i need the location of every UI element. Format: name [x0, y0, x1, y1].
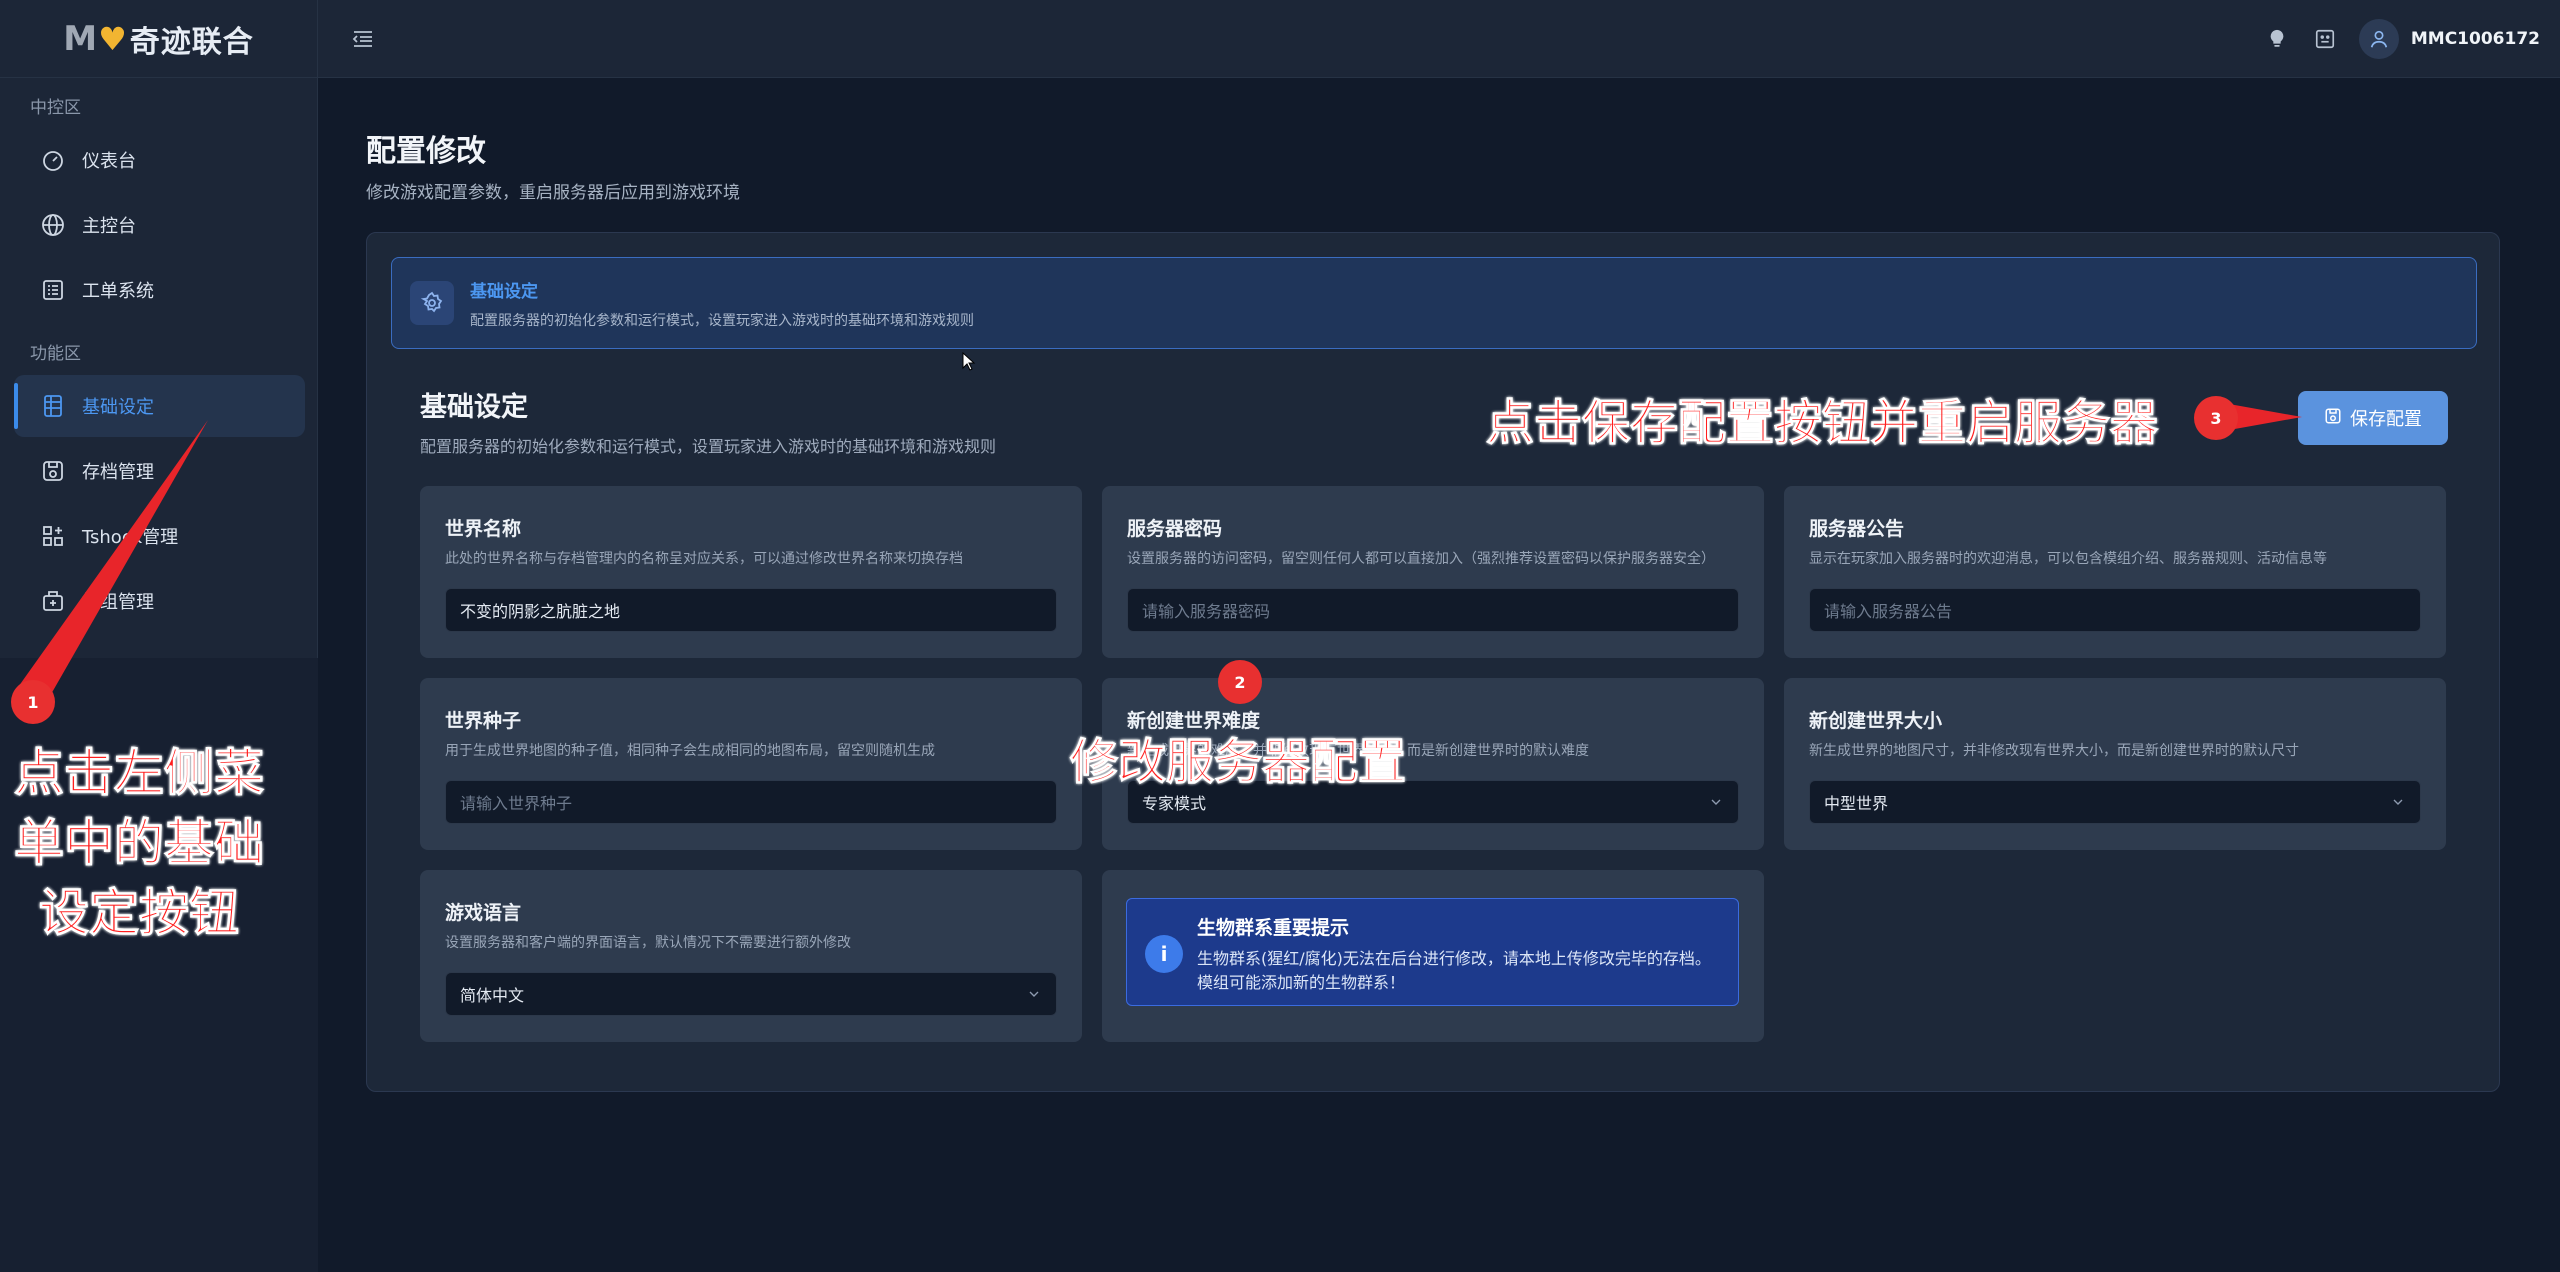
- save-icon: [40, 458, 66, 484]
- globe-icon: [40, 212, 66, 238]
- field-world-name: 世界名称 此处的世界名称与存档管理内的名称呈对应关系，可以通过修改世界名称来切换…: [420, 486, 1082, 658]
- table-icon: [40, 393, 66, 419]
- annotation-line: 点击左侧菜: [14, 744, 265, 803]
- sidebar-item-label: 仪表台: [82, 151, 136, 172]
- mouse-cursor-icon: [962, 351, 976, 376]
- sidebar-item-basic-settings[interactable]: 基础设定: [14, 375, 305, 437]
- save-config-button[interactable]: 保存配置: [2298, 391, 2448, 445]
- sidebar-item-saves[interactable]: 存档管理: [14, 440, 305, 502]
- field-desc: 设置服务器的访问密码，留空则任何人都可以直接加入（强烈推荐设置密码以保护服务器安…: [1127, 551, 1715, 567]
- sidebar-item-console[interactable]: 主控台: [14, 194, 305, 256]
- sidebar-item-label: 主控台: [82, 216, 136, 237]
- nav-group-label: 中控区: [30, 98, 81, 118]
- info-icon: i: [1145, 935, 1183, 973]
- annotation-text-3: 点击保存配置按钮并重启服务器: [1485, 395, 2159, 452]
- field-desc: 此处的世界名称与存档管理内的名称呈对应关系，可以通过修改世界名称来切换存档: [445, 551, 963, 567]
- alert-text: 生物群系(猩红/腐化)无法在后台进行修改，请本地上传修改完毕的存档。模组可能添加…: [1197, 949, 1711, 992]
- annotation-text-1: 点击左侧菜 单中的基础 设定按钮: [14, 738, 265, 948]
- sidebar-item-mods[interactable]: 模组管理: [14, 570, 305, 632]
- annotation-badge-2: 2: [1218, 660, 1262, 704]
- plugin-icon: [40, 588, 66, 614]
- sidebar-item-label: 基础设定: [82, 397, 154, 418]
- field-world-size: 新创建世界大小 新生成世界的地图尺寸，并非修改现有世界大小，而是新创建世界时的默…: [1784, 678, 2446, 850]
- select-value: 简体中文: [460, 986, 525, 1005]
- sidebar: M♥奇迹联合 中控区 仪表台 主控台 工单系统 功能区 基础设定 存档管理: [0, 0, 318, 1272]
- bulb-icon[interactable]: [2263, 25, 2291, 53]
- field-desc: 设置服务器和客户端的界面语言，默认情况下不需要进行额外修改: [445, 935, 851, 951]
- biome-alert-card: i 生物群系重要提示 生物群系(猩红/腐化)无法在后台进行修改，请本地上传修改完…: [1102, 870, 1764, 1042]
- sidebar-item-label: 工单系统: [82, 281, 154, 302]
- logo-heart-icon: ♥: [98, 19, 128, 58]
- field-world-seed: 世界种子 用于生成世界地图的种子值，相同种子会生成相同的地图布局，留空则随机生成…: [420, 678, 1082, 850]
- logo-text: 奇迹联合: [129, 24, 254, 60]
- annotation-line: 设定按钮: [39, 884, 240, 943]
- annotation-badge-1: 1: [11, 680, 55, 724]
- info-banner: 基础设定 配置服务器的初始化参数和运行模式，设置玩家进入游戏时的基础环境和游戏规…: [391, 257, 2477, 349]
- input-placeholder: 请输入服务器密码: [1142, 602, 1271, 621]
- page-title: 配置修改: [366, 134, 486, 169]
- input-placeholder: 请输入服务器公告: [1824, 602, 1953, 621]
- field-label: 世界名称: [445, 518, 522, 540]
- page-subtitle: 修改游戏配置参数，重启服务器后应用到游戏环境: [366, 183, 740, 203]
- gear-icon: [410, 281, 454, 325]
- input-placeholder: 请输入世界种子: [460, 794, 573, 813]
- grid-icon: [40, 523, 66, 549]
- sidebar-item-label: 存档管理: [82, 462, 154, 483]
- language-select[interactable]: 简体中文: [445, 972, 1057, 1016]
- menu-collapse-icon[interactable]: [348, 24, 378, 54]
- app-logo[interactable]: M ♥ 奇迹联合: [0, 0, 317, 78]
- topbar: MMC1006172: [318, 0, 2560, 78]
- save-button-label: 保存配置: [2350, 409, 2422, 430]
- field-server-password: 服务器密码 设置服务器的访问密码，留空则任何人都可以直接加入（强烈推荐设置密码以…: [1102, 486, 1764, 658]
- world-name-input[interactable]: 不变的阴影之肮脏之地: [445, 588, 1057, 632]
- banner-desc: 配置服务器的初始化参数和运行模式，设置玩家进入游戏时的基础环境和游戏规则: [470, 312, 974, 329]
- list-icon: [40, 277, 66, 303]
- sidebar-item-tickets[interactable]: 工单系统: [14, 259, 305, 321]
- username[interactable]: MMC1006172: [2411, 29, 2540, 49]
- sidebar-item-tshock[interactable]: Tshock管理: [14, 505, 305, 567]
- biome-alert: i 生物群系重要提示 生物群系(猩红/腐化)无法在后台进行修改，请本地上传修改完…: [1126, 898, 1739, 1006]
- section-desc: 配置服务器的初始化参数和运行模式，设置玩家进入游戏时的基础环境和游戏规则: [420, 437, 997, 456]
- logo-mark: M: [63, 18, 99, 59]
- annotation-text-2: 修改服务器配置: [1069, 734, 1407, 791]
- field-desc: 显示在玩家加入服务器时的欢迎消息，可以包含模组介绍、服务器规则、活动信息等: [1809, 551, 2327, 567]
- face-icon[interactable]: [2311, 25, 2339, 53]
- banner-text: 基础设定 配置服务器的初始化参数和运行模式，设置玩家进入游戏时的基础环境和游戏规…: [470, 277, 974, 330]
- world-size-select[interactable]: 中型世界: [1809, 780, 2421, 824]
- server-password-input[interactable]: 请输入服务器密码: [1127, 588, 1739, 632]
- topbar-right: MMC1006172: [2243, 18, 2540, 59]
- sidebar-item-label: 模组管理: [82, 592, 154, 613]
- nav-group-label: 功能区: [30, 344, 81, 364]
- world-seed-input[interactable]: 请输入世界种子: [445, 780, 1057, 824]
- chevron-down-icon: [1026, 986, 1042, 1002]
- field-label: 服务器密码: [1127, 518, 1223, 540]
- settings-card: 基础设定 配置服务器的初始化参数和运行模式，设置玩家进入游戏时的基础环境和游戏规…: [366, 232, 2500, 1092]
- select-value: 中型世界: [1824, 794, 1889, 813]
- sidebar-item-dashboard[interactable]: 仪表台: [14, 129, 305, 191]
- save-icon: [2324, 407, 2342, 430]
- field-label: 新创建世界大小: [1809, 710, 1943, 732]
- sidebar-item-label: Tshock管理: [82, 527, 179, 548]
- banner-title: 基础设定: [470, 281, 538, 302]
- section-title: 基础设定: [420, 392, 528, 423]
- field-desc: 用于生成世界地图的种子值，相同种子会生成相同的地图布局，留空则随机生成: [445, 743, 935, 759]
- field-label: 世界种子: [445, 710, 522, 732]
- dashboard-icon: [40, 147, 66, 173]
- alert-title: 生物群系重要提示: [1197, 917, 1350, 939]
- annotation-badge-3: 3: [2194, 396, 2238, 440]
- field-desc: 新生成世界的地图尺寸，并非修改现有世界大小，而是新创建世界时的默认尺寸: [1809, 743, 2299, 759]
- annotation-line: 单中的基础: [14, 814, 265, 873]
- field-label: 游戏语言: [445, 902, 522, 924]
- field-language: 游戏语言 设置服务器和客户端的界面语言，默认情况下不需要进行额外修改 简体中文: [420, 870, 1082, 1042]
- chevron-down-icon: [2390, 794, 2406, 810]
- server-notice-input[interactable]: 请输入服务器公告: [1809, 588, 2421, 632]
- field-label: 服务器公告: [1809, 518, 1905, 540]
- select-value: 专家模式: [1142, 794, 1207, 813]
- input-value: 不变的阴影之肮脏之地: [460, 602, 621, 621]
- field-server-notice: 服务器公告 显示在玩家加入服务器时的欢迎消息，可以包含模组介绍、服务器规则、活动…: [1784, 486, 2446, 658]
- user-avatar-icon[interactable]: [2358, 18, 2399, 59]
- chevron-down-icon: [1708, 794, 1724, 810]
